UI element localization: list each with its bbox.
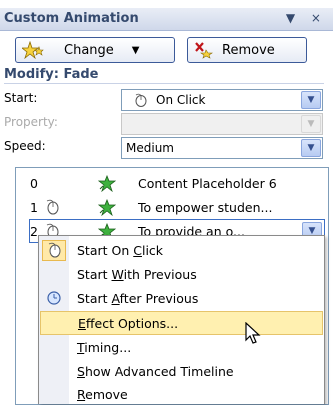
menu-item-remove[interactable]: Remove (39, 383, 324, 405)
chevron-down-icon: ▼ (301, 91, 321, 109)
pane-title: Custom Animation (4, 11, 139, 26)
speed-label: Speed: (4, 139, 46, 153)
speed-dropdown[interactable]: Medium ▼ (121, 137, 323, 159)
item-name: To empower studen... (138, 199, 273, 215)
speed-value: Medium (126, 141, 174, 155)
item-number: 2 (30, 223, 38, 239)
mouse-icon (135, 93, 147, 107)
menu-item-show-advanced-timeline[interactable]: Show Advanced Timeline (39, 360, 324, 382)
change-button-label: Change (64, 42, 114, 58)
menu-item-start-with-previous[interactable]: Start With Previous (39, 263, 324, 285)
mouse-icon (46, 199, 59, 215)
menu-item-label: Effect Options... (78, 315, 179, 331)
start-label: Start: (4, 91, 38, 105)
chevron-down-icon: ▼ (301, 139, 321, 157)
modify-heading: Modify: Fade (4, 67, 324, 84)
item-number: 1 (30, 199, 38, 215)
mouse-pointer-icon (245, 322, 261, 344)
remove-button[interactable]: Remove (187, 37, 307, 63)
chevron-down-icon: ▼ (301, 115, 321, 133)
custom-animation-pane: Custom Animation ▼ × Change ▼ Remove Mod… (0, 0, 333, 405)
item-number: 0 (30, 175, 38, 191)
item-name: Content Placeholder 6 (138, 175, 277, 191)
list-item[interactable]: 0 Content Placeholder 6 (16, 172, 328, 194)
pane-title-controls[interactable]: ▼ × (286, 11, 327, 25)
menu-item-label: Start After Previous (77, 290, 199, 306)
list-item[interactable]: 1 To empower studen... (16, 196, 328, 218)
property-label: Property: (4, 115, 58, 129)
start-dropdown[interactable]: On Click ▼ (121, 89, 323, 111)
remove-button-label: Remove (222, 42, 275, 58)
menu-item-label: Start On Click (77, 242, 164, 258)
menu-item-label: Remove (77, 386, 128, 402)
mouse-icon (48, 242, 61, 258)
context-menu: Start On Click Start With Previous Start… (38, 235, 325, 404)
pane-title-bar: Custom Animation ▼ × (0, 8, 333, 31)
menu-item-effect-options[interactable]: Effect Options... (40, 311, 323, 335)
menu-item-start-on-click[interactable]: Start On Click (39, 239, 324, 261)
remove-effect-icon (195, 42, 213, 59)
menu-item-label: Show Advanced Timeline (77, 363, 234, 379)
green-star-icon (98, 199, 116, 216)
star-effect-icon (22, 41, 44, 59)
menu-item-start-after-previous[interactable]: Start After Previous (39, 287, 324, 309)
change-button[interactable]: Change ▼ (15, 37, 175, 63)
clock-icon (47, 291, 61, 305)
chevron-down-icon: ▼ (131, 44, 140, 56)
menu-item-label: Timing... (77, 339, 132, 355)
property-dropdown: ▼ (121, 113, 323, 135)
start-value: On Click (156, 93, 206, 107)
menu-item-label: Start With Previous (77, 266, 197, 282)
menu-item-timing[interactable]: Timing... (39, 336, 324, 358)
green-star-icon (98, 175, 116, 192)
